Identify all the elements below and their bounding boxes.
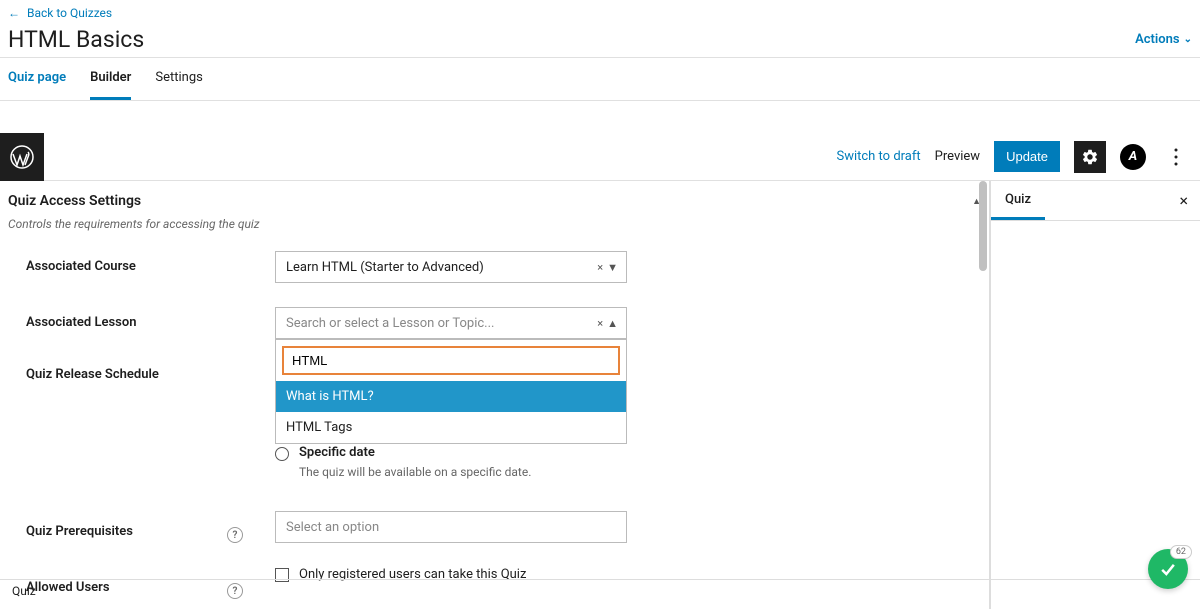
breadcrumb-item[interactable]: Quiz	[12, 584, 36, 598]
specific-date-radio-row[interactable]: Specific date	[275, 443, 627, 463]
update-button[interactable]: Update	[994, 141, 1060, 172]
editor-body: Quiz Access Settings ▲ Controls the requ…	[0, 181, 1200, 609]
switch-to-draft-button[interactable]: Switch to draft	[836, 149, 920, 164]
editor-actions: Switch to draft Preview Update A	[836, 141, 1200, 173]
tab-builder[interactable]: Builder	[90, 58, 131, 100]
editor-toolbar: Switch to draft Preview Update A	[0, 133, 1200, 181]
course-value: Learn HTML (Starter to Advanced)	[286, 260, 484, 275]
section-title: Quiz Access Settings	[8, 193, 141, 209]
actions-label: Actions	[1135, 32, 1180, 47]
breadcrumb-bar: Quiz	[0, 579, 1200, 601]
prereq-placeholder: Select an option	[286, 520, 379, 535]
success-fab[interactable]: 62	[1148, 549, 1188, 589]
tab-quiz-page[interactable]: Quiz page	[8, 58, 66, 100]
sidebar-tab-quiz[interactable]: Quiz	[991, 181, 1045, 220]
main-tabs: Quiz page Builder Settings	[0, 58, 1200, 101]
prerequisites-row: Quiz Prerequisites ? Select an option	[8, 511, 981, 543]
user-avatar[interactable]: A	[1120, 144, 1146, 170]
section-description: Controls the requirements for accessing …	[8, 217, 981, 231]
scrollbar[interactable]	[979, 181, 987, 271]
back-to-quizzes-link[interactable]: ← Back to Quizzes	[0, 0, 120, 26]
associated-lesson-label: Associated Lesson	[8, 307, 253, 330]
specific-date-desc: The quiz will be available on a specific…	[299, 465, 627, 479]
lesson-option-html-tags[interactable]: HTML Tags	[276, 412, 626, 443]
specific-date-label: Specific date	[299, 445, 375, 460]
sidebar-tabs: Quiz ×	[991, 181, 1200, 221]
associated-course-select[interactable]: Learn HTML (Starter to Advanced) × ▼	[275, 251, 627, 283]
wordpress-logo[interactable]	[0, 133, 44, 181]
chevron-down-icon: ⌄	[1184, 34, 1192, 45]
associated-lesson-row: Associated Lesson Search or select a Les…	[8, 307, 981, 339]
prerequisites-select[interactable]: Select an option	[275, 511, 627, 543]
lesson-search-input[interactable]	[282, 346, 620, 375]
associated-lesson-select[interactable]: Search or select a Lesson or Topic... × …	[275, 307, 627, 339]
settings-icon-button[interactable]	[1074, 141, 1106, 173]
section-header[interactable]: Quiz Access Settings ▲	[8, 189, 981, 213]
lesson-option-what-is-html[interactable]: What is HTML?	[276, 381, 626, 412]
clear-icon[interactable]: ×	[597, 261, 603, 274]
actions-dropdown[interactable]: Actions ⌄	[1135, 32, 1192, 47]
fab-badge: 62	[1170, 545, 1192, 559]
settings-pane: Quiz Access Settings ▲ Controls the requ…	[0, 181, 990, 609]
associated-course-label: Associated Course	[8, 251, 253, 274]
associated-course-row: Associated Course Learn HTML (Starter to…	[8, 251, 981, 283]
tab-settings[interactable]: Settings	[155, 58, 202, 100]
preview-button[interactable]: Preview	[935, 149, 980, 164]
chevron-down-icon: ▼	[607, 261, 618, 274]
arrow-left-icon: ←	[8, 6, 20, 20]
more-options-icon[interactable]	[1160, 141, 1192, 173]
prerequisites-label: Quiz Prerequisites ?	[8, 511, 253, 543]
radio-icon	[275, 447, 289, 461]
sidebar-panel: Quiz ×	[990, 181, 1200, 609]
release-schedule-label: Quiz Release Schedule	[8, 359, 253, 382]
clear-icon[interactable]: ×	[597, 317, 603, 330]
lesson-placeholder: Search or select a Lesson or Topic...	[286, 316, 494, 331]
close-sidebar-button[interactable]: ×	[1167, 191, 1200, 210]
lesson-dropdown: What is HTML? HTML Tags	[275, 339, 627, 444]
chevron-up-icon: ▲	[607, 317, 618, 330]
back-link-label: Back to Quizzes	[27, 6, 112, 20]
help-icon[interactable]: ?	[227, 527, 243, 543]
page-title: HTML Basics	[8, 26, 144, 53]
page-header: HTML Basics Actions ⌄	[0, 26, 1200, 58]
